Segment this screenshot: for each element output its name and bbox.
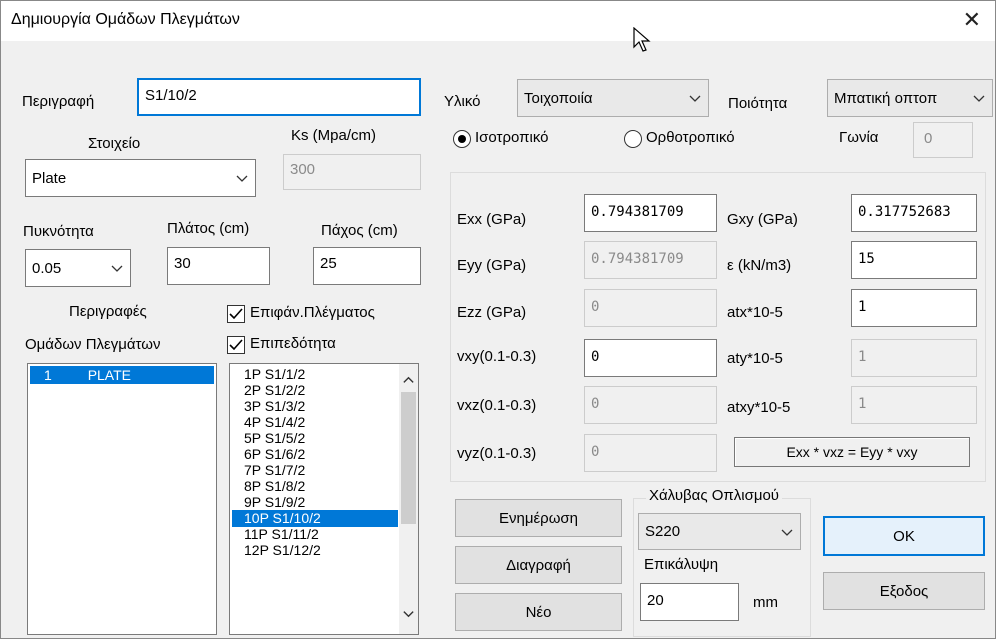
cover-unit: mm bbox=[753, 594, 778, 611]
ezz-label: Ezz (GPa) bbox=[457, 304, 527, 321]
window-title: Δημιουργία Ομάδων Πλεγμάτων bbox=[11, 11, 240, 28]
list-item[interactable]: 1 PLATE bbox=[30, 366, 214, 384]
chevron-down-icon bbox=[111, 265, 123, 272]
isotropic-radio[interactable] bbox=[453, 130, 471, 148]
element-select[interactable]: Plate bbox=[25, 159, 256, 197]
width-input[interactable]: 30 bbox=[167, 247, 270, 285]
element-select-value: Plate bbox=[32, 169, 67, 187]
scrollbar[interactable] bbox=[399, 364, 418, 634]
thickness-label: Πάχος (cm) bbox=[321, 222, 398, 239]
ok-button[interactable]: OK bbox=[823, 516, 985, 556]
mesh-list-item[interactable]: 9P S1/9/2 bbox=[232, 494, 398, 511]
dialog-window: Δημιουργία Ομάδων Πλεγμάτων ✕ Περιγραφή … bbox=[0, 0, 996, 639]
eyy-label: Eyy (GPa) bbox=[457, 257, 527, 274]
quality-select-value: Μπατική οπτοπ bbox=[834, 89, 938, 107]
vxz-label: vxz(0.1-0.3) bbox=[457, 397, 537, 414]
angle-label: Γωνία bbox=[839, 129, 879, 146]
gxy-input[interactable]: 0.317752683 bbox=[851, 194, 977, 232]
gxy-label: Gxy (GPa) bbox=[727, 211, 798, 228]
mesh-list-item[interactable]: 5P S1/5/2 bbox=[232, 430, 398, 447]
group-name: PLATE bbox=[87, 367, 131, 383]
atxy-input: 1 bbox=[851, 386, 977, 424]
chevron-down-icon bbox=[403, 611, 414, 618]
isotropic-label: Ισοτροπικό bbox=[475, 129, 549, 146]
thickness-input[interactable]: 25 bbox=[313, 247, 421, 285]
mesh-list-item[interactable]: 11P S1/11/2 bbox=[232, 526, 398, 543]
atxy-label: atxy*10-5 bbox=[727, 399, 791, 416]
vyz-label: vyz(0.1-0.3) bbox=[457, 445, 537, 462]
quality-select[interactable]: Μπατική οπτοπ bbox=[827, 79, 993, 117]
mesh-list-item[interactable]: 8P S1/8/2 bbox=[232, 478, 398, 495]
close-button[interactable]: ✕ bbox=[963, 7, 981, 33]
delete-button[interactable]: Διαγραφή bbox=[455, 546, 622, 584]
material-label: Υλικό bbox=[444, 93, 481, 110]
mesh-list-item[interactable]: 2P S1/2/2 bbox=[232, 382, 398, 399]
exx-label: Exx (GPa) bbox=[457, 211, 527, 228]
orthotropic-label: Ορθοτροπικό bbox=[646, 129, 735, 146]
density-select-value: 0.05 bbox=[32, 259, 62, 277]
steel-label: Χάλυβας Οπλισμού bbox=[646, 487, 783, 504]
density-label: Πυκνότητα bbox=[23, 223, 94, 240]
cover-input[interactable]: 20 bbox=[640, 583, 739, 621]
planar-checkbox[interactable] bbox=[227, 336, 245, 354]
groups-listbox[interactable]: 1 PLATE bbox=[27, 363, 217, 635]
mesh-list-item[interactable]: 3P S1/3/2 bbox=[232, 398, 398, 415]
vxy-label: vxy(0.1-0.3) bbox=[457, 348, 537, 365]
chevron-down-icon bbox=[973, 95, 985, 102]
density-select[interactable]: 0.05 bbox=[25, 249, 131, 287]
meshes-listbox[interactable]: 1P S1/1/2 2P S1/2/2 3P S1/3/2 4P S1/4/2 5P S… bbox=[229, 363, 419, 635]
aty-label: aty*10-5 bbox=[727, 350, 783, 367]
aty-input: 1 bbox=[851, 339, 977, 377]
description-label: Περιγραφή bbox=[22, 93, 95, 110]
e-input[interactable]: 15 bbox=[851, 241, 977, 279]
checkmark-icon bbox=[229, 339, 243, 351]
exit-button[interactable]: Εξοδος bbox=[823, 572, 985, 610]
ks-input: 300 bbox=[283, 154, 421, 190]
atx-input[interactable]: 1 bbox=[851, 289, 977, 327]
vyz-input: 0 bbox=[584, 434, 717, 472]
mesh-list-item[interactable]: 10P S1/10/2 bbox=[232, 510, 398, 527]
chevron-down-icon bbox=[236, 175, 248, 182]
quality-label: Ποιότητα bbox=[728, 95, 788, 112]
eyy-input: 0.794381709 bbox=[584, 241, 717, 279]
new-button[interactable]: Νέο bbox=[455, 593, 622, 631]
material-select[interactable]: Τοιχοποιία bbox=[517, 79, 709, 117]
groups-label-line1: Περιγραφές bbox=[69, 303, 147, 320]
width-label: Πλάτος (cm) bbox=[167, 220, 250, 237]
orthotropic-radio[interactable] bbox=[624, 130, 642, 148]
mesh-list-item[interactable]: 4P S1/4/2 bbox=[232, 414, 398, 431]
mesh-list-item[interactable]: 1P S1/1/2 bbox=[232, 366, 398, 383]
surface-checkbox[interactable] bbox=[227, 305, 245, 323]
mouse-cursor-icon bbox=[633, 27, 651, 52]
mesh-list-item[interactable]: 12P S1/12/2 bbox=[232, 542, 398, 559]
update-button[interactable]: Ενημέρωση bbox=[455, 499, 622, 537]
material-select-value: Τοιχοποιία bbox=[524, 89, 593, 107]
title-bar: Δημιουργία Ομάδων Πλεγμάτων ✕ bbox=[1, 1, 995, 41]
mesh-list-item[interactable]: 6P S1/6/2 bbox=[232, 446, 398, 463]
atx-label: atx*10-5 bbox=[727, 304, 783, 321]
angle-input: 0 bbox=[913, 122, 973, 158]
steel-select[interactable]: S220 bbox=[638, 513, 801, 550]
chevron-up-icon bbox=[403, 376, 414, 383]
surface-checkbox-label: Επιφάν.Πλέγματος bbox=[250, 304, 375, 321]
planar-checkbox-label: Επιπεδότητα bbox=[250, 335, 336, 352]
exx-input[interactable]: 0.794381709 bbox=[584, 194, 717, 232]
group-number: 1 bbox=[44, 367, 52, 383]
chevron-down-icon bbox=[781, 529, 793, 536]
vxz-input: 0 bbox=[584, 386, 717, 424]
cover-label: Επικάλυψη bbox=[644, 556, 719, 573]
groups-label-line2: Ομάδων Πλεγμάτων bbox=[25, 336, 161, 353]
description-input[interactable]: S1/10/2 bbox=[137, 78, 421, 116]
formula-label: Exx * vxz = Eyy * vxy bbox=[734, 437, 970, 467]
mesh-list-item[interactable]: 7P S1/7/2 bbox=[232, 462, 398, 479]
element-label: Στοιχείο bbox=[88, 135, 141, 152]
scrollbar-thumb[interactable] bbox=[401, 392, 416, 524]
e-label: ε (kN/m3) bbox=[727, 257, 792, 274]
steel-select-value: S220 bbox=[645, 523, 681, 540]
vxy-input[interactable]: 0 bbox=[584, 339, 717, 377]
ks-label: Ks (Mpa/cm) bbox=[291, 127, 377, 144]
chevron-down-icon bbox=[689, 95, 701, 102]
ezz-input: 0 bbox=[584, 289, 717, 327]
checkmark-icon bbox=[229, 308, 243, 320]
